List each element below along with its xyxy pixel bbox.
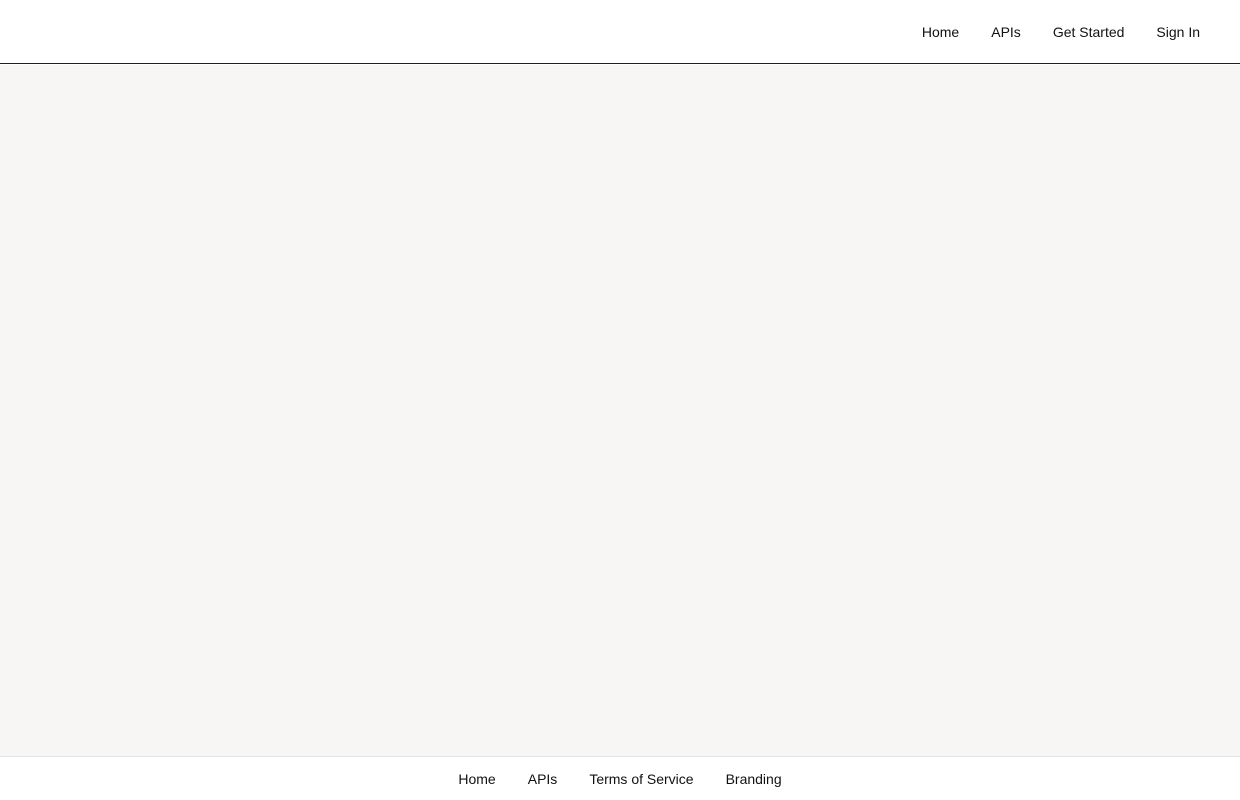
main-content-area <box>0 65 1240 756</box>
footer-branding-link[interactable]: Branding <box>726 771 782 787</box>
site-header: Home APIs Get Started Sign In <box>0 0 1240 64</box>
nav-sign-in-link[interactable]: Sign In <box>1156 24 1200 40</box>
header-nav: Home APIs Get Started Sign In <box>922 0 1200 64</box>
footer-home-link[interactable]: Home <box>458 771 495 787</box>
footer-terms-link[interactable]: Terms of Service <box>589 771 693 787</box>
site-footer: Home APIs Terms of Service Branding <box>0 756 1240 800</box>
nav-home-link[interactable]: Home <box>922 24 959 40</box>
nav-get-started-link[interactable]: Get Started <box>1053 24 1125 40</box>
nav-apis-link[interactable]: APIs <box>991 24 1021 40</box>
page: Home APIs Get Started Sign In Home APIs … <box>0 0 1240 800</box>
footer-nav: Home APIs Terms of Service Branding <box>0 757 1240 800</box>
footer-apis-link[interactable]: APIs <box>528 771 558 787</box>
